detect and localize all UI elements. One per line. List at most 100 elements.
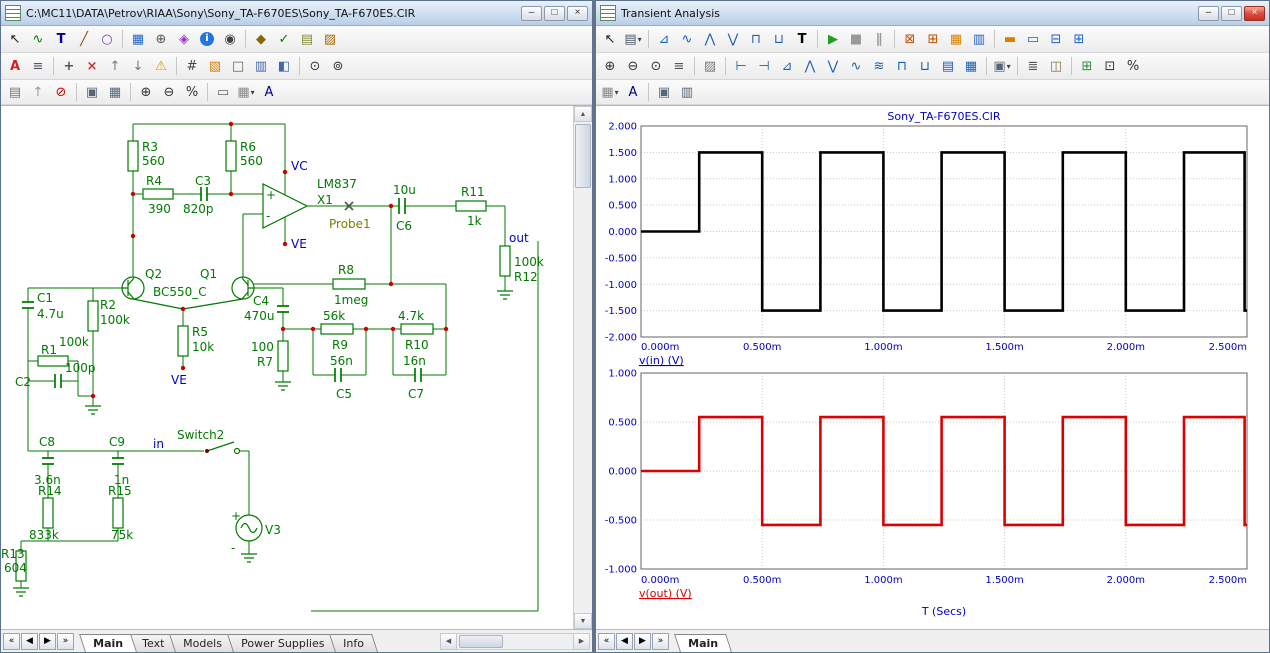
grid-menu-button[interactable]: ▦▾ — [599, 82, 621, 102]
horizontal-scrollbar[interactable]: ◀ ▶ — [440, 633, 590, 650]
scroll-up-button[interactable]: ▲ — [574, 106, 592, 122]
new-page-button[interactable]: ▤ — [4, 82, 26, 102]
add-plot-button[interactable]: ⊟ — [1045, 29, 1067, 49]
close-button[interactable]: × — [1244, 6, 1265, 21]
zoom-out-button[interactable]: ⊖ — [158, 82, 180, 102]
next-tab-button[interactable]: ▶ — [39, 633, 56, 650]
schematic-titlebar[interactable]: C:\MC11\DATA\Petrov\RIAA\Sony\Sony_TA-F6… — [1, 1, 592, 26]
step-button[interactable]: ⊔ — [914, 56, 936, 76]
wave-mode-button[interactable]: ∿ — [676, 29, 698, 49]
fft-button[interactable]: ⊿ — [776, 56, 798, 76]
ellipse-tool[interactable]: ○ — [96, 29, 118, 49]
wire-mode-tool[interactable]: ∿ — [27, 29, 49, 49]
next-tab-button[interactable]: ▶ — [634, 633, 651, 650]
prev-tab-button[interactable]: ◀ — [616, 633, 633, 650]
menu-button[interactable]: ≡ — [668, 56, 690, 76]
zoom-out-button[interactable]: ⊖ — [622, 56, 644, 76]
horizontal-tag-button[interactable]: ⊓ — [745, 29, 767, 49]
upload-button[interactable]: ↑ — [27, 82, 49, 102]
pattern-icon[interactable]: ▨ — [319, 29, 341, 49]
transient-plot-area[interactable]: 0.000m0.500m1.000m1.500m2.000m2.500m2.00… — [596, 105, 1269, 629]
text-tool[interactable]: T — [50, 29, 72, 49]
tab-main[interactable]: Main — [79, 634, 137, 652]
mirror-button[interactable]: ◧ — [273, 56, 295, 76]
scroll-down-button[interactable]: ▼ — [574, 613, 592, 629]
state-variables-button[interactable]: ▥ — [968, 29, 990, 49]
schematic-canvas[interactable]: R3560R6560R4390C3820pVCLM837X1VEProbe110… — [1, 106, 573, 629]
first-tab-button[interactable]: « — [598, 633, 615, 650]
vertical-scroll-thumb[interactable] — [575, 124, 591, 188]
waveform-button[interactable]: ∿ — [845, 56, 867, 76]
horizontal-scroll-track[interactable] — [457, 633, 573, 650]
scroll-left-button[interactable]: ◀ — [440, 633, 457, 650]
check-icon[interactable]: ✓ — [273, 29, 295, 49]
vertical-scroll-track[interactable] — [574, 122, 592, 613]
copy-button[interactable]: ▣ — [81, 82, 103, 102]
calculator-button[interactable]: ◫ — [1045, 56, 1067, 76]
maximize-button[interactable]: □ — [544, 6, 565, 21]
table-button[interactable]: ▤ — [937, 56, 959, 76]
monitor-icon[interactable]: ▦ — [127, 29, 149, 49]
grid-menu-button[interactable]: ▦▾ — [235, 82, 257, 102]
text-style-button[interactable]: A — [258, 82, 280, 102]
vertical-scrollbar[interactable]: ▲ ▼ — [573, 106, 592, 629]
select-tool[interactable]: ↖ — [599, 29, 621, 49]
move-up-button[interactable]: ↑ — [104, 56, 126, 76]
close-button[interactable]: × — [567, 6, 588, 21]
minimize-button[interactable]: – — [521, 6, 542, 21]
grid-plot-button[interactable]: ▦ — [960, 56, 982, 76]
cancel-button[interactable]: ⊘ — [50, 82, 72, 102]
select-region-button[interactable]: ▭ — [212, 82, 234, 102]
clipboard-button[interactable]: ▣▾ — [991, 56, 1013, 76]
pause-button[interactable]: ∥ — [868, 29, 890, 49]
noise-button[interactable]: ≋ — [868, 56, 890, 76]
maximize-button[interactable]: □ — [1221, 6, 1242, 21]
stop-button[interactable]: ■ — [845, 29, 867, 49]
horizontal-scroll-thumb[interactable] — [459, 635, 503, 648]
grid-button[interactable]: # — [181, 56, 203, 76]
zoom-percent-button[interactable]: % — [181, 82, 203, 102]
last-tab-button[interactable]: » — [57, 633, 74, 650]
sheet-icon[interactable]: ▤ — [296, 29, 318, 49]
page-button[interactable]: ▥ — [250, 56, 272, 76]
limits-button[interactable]: ⊠ — [899, 29, 921, 49]
delete-button[interactable]: × — [81, 56, 103, 76]
copy-graph-button[interactable]: ▤▾ — [622, 29, 644, 49]
valley-button[interactable]: ⋁ — [822, 56, 844, 76]
run-button[interactable]: ▶ — [822, 29, 844, 49]
tab-info[interactable]: Info — [329, 634, 378, 652]
first-tab-button[interactable]: « — [3, 633, 20, 650]
log-axis-button[interactable]: ⊣ — [753, 56, 775, 76]
minimize-button[interactable]: – — [1198, 6, 1219, 21]
tab-models[interactable]: Models — [169, 634, 236, 652]
align-button[interactable]: ≡ — [27, 56, 49, 76]
box-button[interactable]: □ — [227, 56, 249, 76]
warning-icon[interactable]: ⚠ — [150, 56, 172, 76]
plot-properties-button[interactable]: ▭ — [1022, 29, 1044, 49]
curve-label[interactable]: v(out) (V) — [639, 587, 692, 600]
info-button[interactable]: i — [196, 29, 218, 49]
font-button[interactable]: A — [622, 82, 644, 102]
edit-button[interactable]: ▨ — [699, 56, 721, 76]
animate-icon[interactable]: ◈ — [173, 29, 195, 49]
peak-button[interactable]: ⋀ — [799, 56, 821, 76]
font-button[interactable]: A — [4, 56, 26, 76]
zoom-in-button[interactable]: ⊕ — [599, 56, 621, 76]
scope-mode-button[interactable]: ⊿ — [653, 29, 675, 49]
tab-power-supplies[interactable]: Power Supplies — [227, 634, 338, 652]
prev-tab-button[interactable]: ◀ — [21, 633, 38, 650]
line-tool[interactable]: ╱ — [73, 29, 95, 49]
tab-main[interactable]: Main — [674, 634, 732, 652]
zoom-percent-button[interactable]: % — [1122, 56, 1144, 76]
last-tab-button[interactable]: » — [652, 633, 669, 650]
component-menu-icon[interactable]: ⊕ — [150, 29, 172, 49]
list-button[interactable]: ≣ — [1022, 56, 1044, 76]
probe-icon[interactable]: ◉ — [219, 29, 241, 49]
peak-tag-button[interactable]: ⋀ — [699, 29, 721, 49]
paste-button[interactable]: ▦ — [104, 82, 126, 102]
find-button[interactable]: ⊙ — [304, 56, 326, 76]
vertical-tag-button[interactable]: ⊔ — [768, 29, 790, 49]
pulse-button[interactable]: ⊓ — [891, 56, 913, 76]
valley-tag-button[interactable]: ⋁ — [722, 29, 744, 49]
text-tool[interactable]: T — [791, 29, 813, 49]
